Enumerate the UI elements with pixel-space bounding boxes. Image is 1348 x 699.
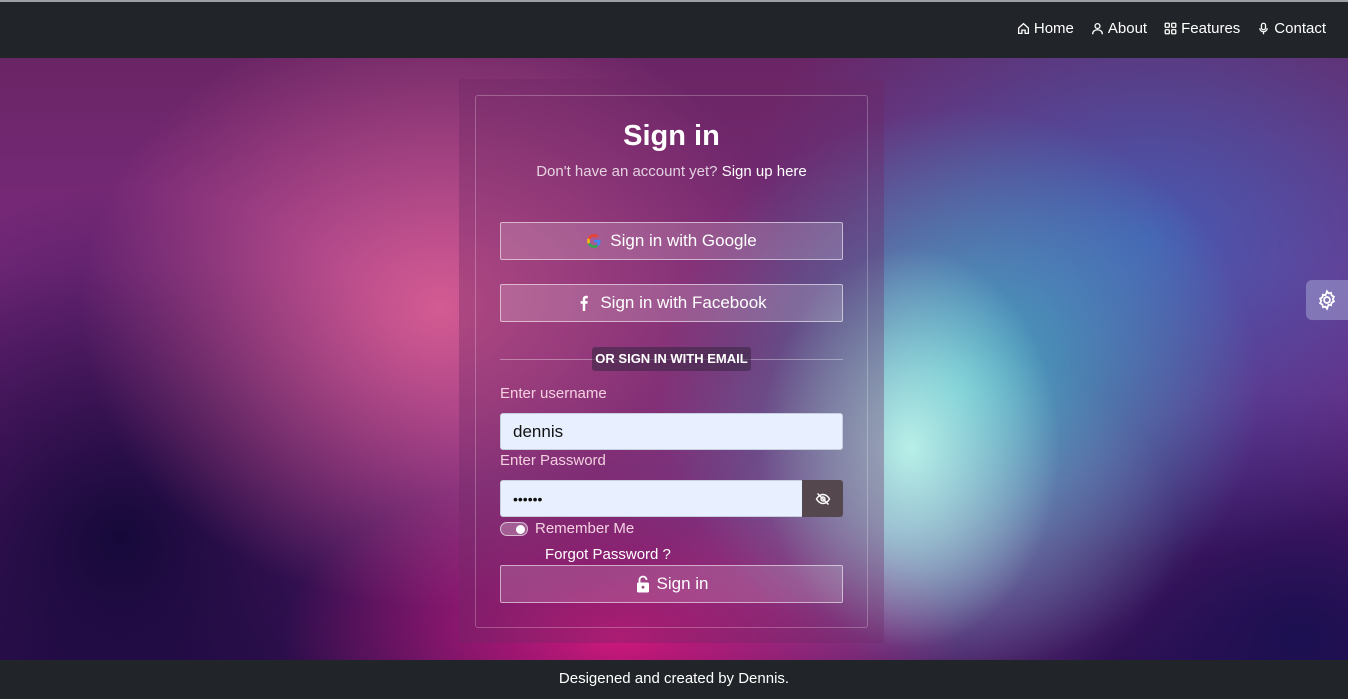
hero-background: Sign in Don't have an account yet? Sign … [0, 58, 1348, 660]
toggle-password-visibility-button[interactable] [802, 480, 843, 517]
username-label: Enter username [500, 385, 607, 402]
username-input[interactable] [500, 413, 843, 450]
facebook-signin-label: Sign in with Facebook [600, 293, 767, 312]
toggle-knob [516, 525, 525, 534]
facebook-signin-button[interactable]: Sign in with Facebook [500, 284, 843, 322]
signin-submit-label: Sign in [656, 574, 709, 593]
user-icon [1091, 22, 1103, 35]
remember-me-toggle[interactable] [500, 522, 528, 536]
footer: Desigened and created by Dennis. [0, 660, 1348, 699]
gear-icon [1318, 289, 1336, 311]
signin-submit-button[interactable]: Sign in [500, 565, 843, 603]
login-card: Sign in Don't have an account yet? Sign … [459, 79, 884, 643]
google-icon [587, 234, 601, 248]
nav-about-label: About [1107, 20, 1148, 37]
signup-link[interactable]: Sign up here [722, 163, 807, 180]
email-divider-label: OR SIGN IN WITH EMAIL [592, 347, 751, 371]
google-signin-label: Sign in with Google [610, 231, 757, 250]
login-title: Sign in [623, 120, 720, 152]
microphone-icon [1259, 22, 1269, 35]
facebook-icon [580, 295, 589, 311]
login-card-inner: Sign in Don't have an account yet? Sign … [475, 95, 868, 628]
nav-about-link[interactable]: About [1091, 20, 1147, 37]
password-input[interactable] [500, 480, 803, 517]
password-label: Enter Password [500, 452, 606, 469]
home-icon [1017, 22, 1029, 35]
eye-slash-icon [815, 492, 830, 505]
signup-prompt: Don't have an account yet? Sign up here [476, 163, 867, 180]
nav-contact-label: Contact [1274, 20, 1326, 37]
unlock-icon [636, 575, 649, 593]
nav-contact-link[interactable]: Contact [1257, 20, 1326, 37]
nav-features-link[interactable]: Features [1164, 20, 1240, 37]
remember-me-label: Remember Me [535, 520, 635, 537]
nav-home-link[interactable]: Home [1017, 20, 1074, 37]
forgot-password-link[interactable]: Forgot Password ? [545, 546, 671, 563]
nav-links: Home About Features Contact [1017, 20, 1326, 37]
settings-button[interactable] [1306, 280, 1348, 320]
grid-icon [1164, 22, 1177, 35]
nav-features-label: Features [1181, 20, 1241, 37]
signup-prompt-text: Don't have an account yet? [536, 163, 718, 180]
navbar: Home About Features Contact [0, 2, 1348, 58]
google-signin-button[interactable]: Sign in with Google [500, 222, 843, 260]
footer-credit: Desigened and created by Dennis. [558, 670, 790, 687]
nav-home-label: Home [1033, 20, 1074, 37]
